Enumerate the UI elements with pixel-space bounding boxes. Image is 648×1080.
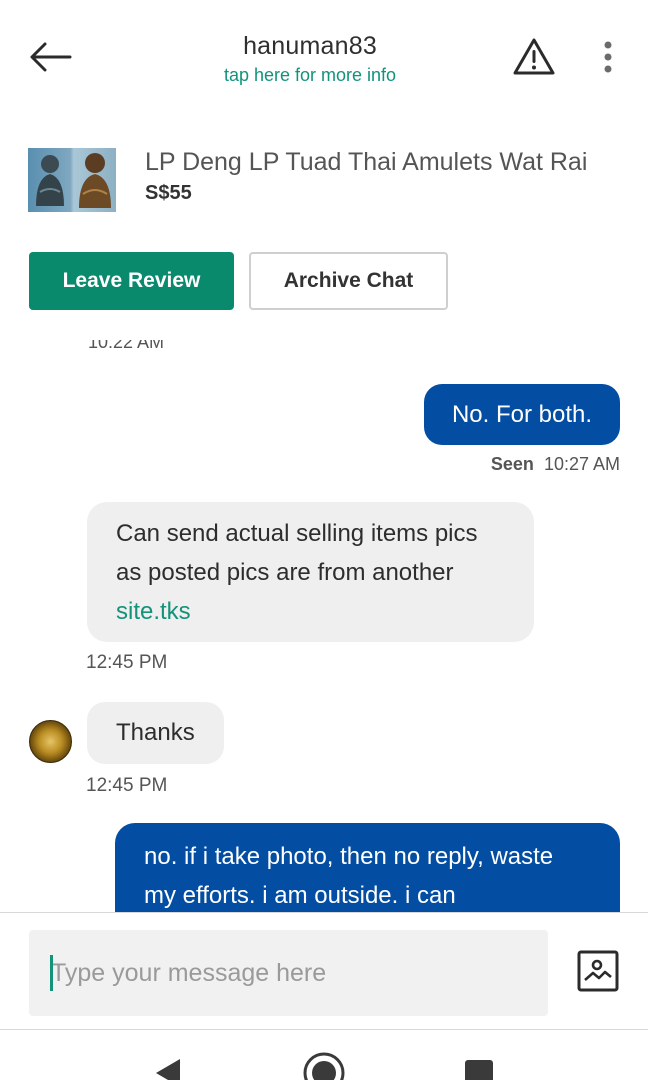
system-navigation-bar xyxy=(0,1031,648,1080)
avatar[interactable] xyxy=(29,720,72,763)
message-bubble-incoming[interactable]: Thanks xyxy=(87,702,224,764)
listing-price: S$55 xyxy=(145,182,192,204)
amulet-figure-image xyxy=(79,153,111,208)
message-time: 10:27 AM xyxy=(543,454,620,474)
partial-timestamp: 10:22 AM xyxy=(88,340,165,352)
more-info-link[interactable]: tap here for more info xyxy=(160,65,460,86)
message-link[interactable]: site.tks xyxy=(116,598,191,625)
warning-triangle-icon xyxy=(513,38,555,75)
message-text: Can send actual selling items pics as po… xyxy=(116,520,478,586)
archive-chat-button[interactable]: Archive Chat xyxy=(249,252,448,310)
message-composer xyxy=(0,912,648,1030)
chat-header: hanuman83 tap here for more info xyxy=(0,0,648,118)
back-button[interactable] xyxy=(24,34,76,80)
message-time: 12:45 PM xyxy=(86,652,168,673)
listing-thumbnail xyxy=(28,148,116,212)
message-input[interactable] xyxy=(29,930,548,1016)
message-bubble-outgoing[interactable]: No. For both. xyxy=(423,384,620,445)
amulet-figure-image xyxy=(36,155,64,206)
system-recents-icon[interactable] xyxy=(464,1059,494,1080)
listing-summary[interactable]: LP Deng LP Tuad Thai Amulets Wat Rai S$5… xyxy=(28,146,628,214)
message-status-row: Seen 10:27 AM xyxy=(491,454,620,475)
more-options-button[interactable] xyxy=(590,34,626,80)
attach-photo-button[interactable] xyxy=(577,950,619,992)
text-cursor xyxy=(50,955,53,991)
system-back-icon[interactable] xyxy=(152,1057,184,1080)
more-vertical-icon xyxy=(604,41,612,73)
message-bubble-outgoing[interactable]: no. if i take photo, then no reply, wast… xyxy=(115,823,620,912)
leave-review-button[interactable]: Leave Review xyxy=(29,252,234,310)
system-home-icon[interactable] xyxy=(302,1051,346,1080)
arrow-left-icon xyxy=(30,42,72,72)
chat-title-area[interactable]: hanuman83 tap here for more info xyxy=(160,32,460,86)
message-list[interactable]: 10:22 AM No. For both. Seen 10:27 AM Can … xyxy=(0,326,648,912)
report-button[interactable] xyxy=(508,34,560,80)
message-bubble-incoming[interactable]: Can send actual selling items pics as po… xyxy=(87,502,534,642)
username-title[interactable]: hanuman83 xyxy=(160,32,460,61)
seen-status: Seen xyxy=(490,454,534,474)
listing-title: LP Deng LP Tuad Thai Amulets Wat Rai xyxy=(145,148,588,176)
message-time: 12:45 PM xyxy=(86,775,168,796)
image-icon xyxy=(577,950,619,992)
